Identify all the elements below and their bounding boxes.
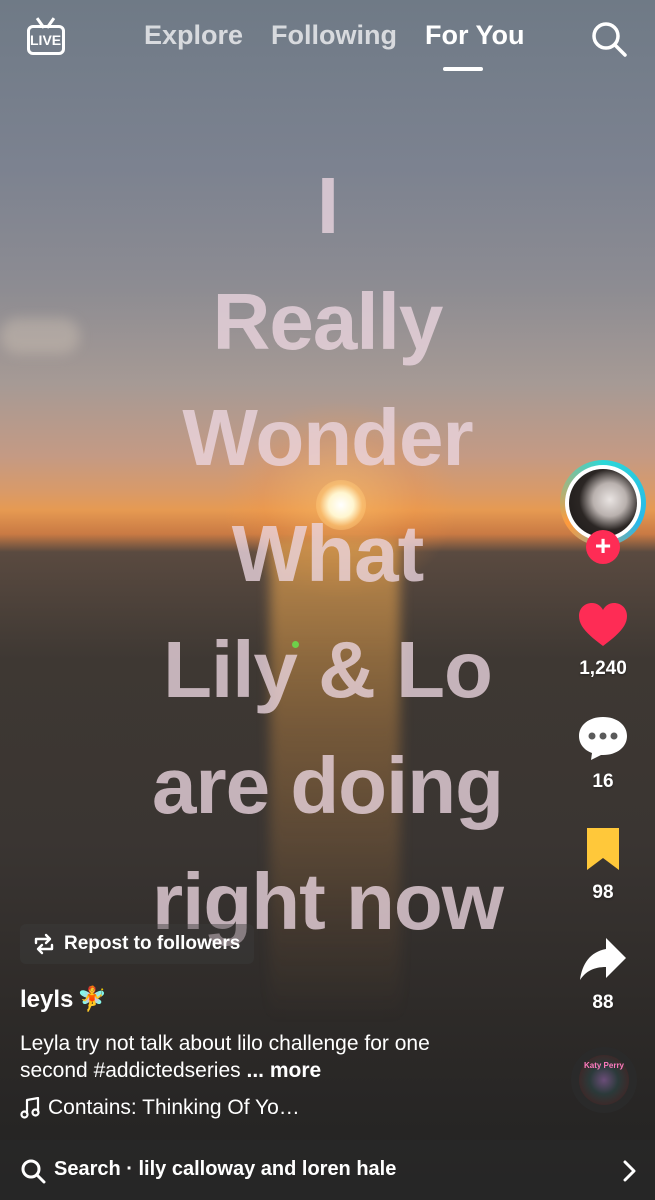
comment-bubble-icon	[579, 717, 627, 760]
creator-username[interactable]: leyls 🧚	[20, 985, 107, 1014]
comment-count: 16	[592, 771, 614, 792]
top-navigation: LIVE Explore Following For You	[0, 0, 655, 90]
overlay-line: Lily & Lo	[163, 625, 493, 714]
repost-button[interactable]: Repost to followers	[20, 924, 255, 964]
overlay-line: are doing	[151, 741, 504, 830]
share-button[interactable]: 88	[560, 936, 646, 1014]
sound-label: Contains: Thinking Of Yo…	[48, 1096, 300, 1119]
avatar-photo	[569, 469, 637, 537]
comment-button[interactable]: 16	[560, 715, 646, 793]
share-arrow-icon	[580, 938, 626, 980]
overlay-line: Really	[212, 277, 444, 366]
overlay-line: Wonder	[182, 393, 473, 482]
sound-info[interactable]: Contains: Thinking Of Yo…	[20, 1096, 300, 1120]
related-search-label: Search · lily calloway and loren hale	[54, 1158, 397, 1180]
share-count: 88	[592, 992, 614, 1013]
feed-tabs: Explore Following For You	[144, 20, 525, 51]
overlay-line: What	[231, 509, 425, 598]
caption-more[interactable]: ... more	[241, 1059, 321, 1082]
video-overlay-text: I Really Wonder What Lily & Lo are doing…	[60, 148, 595, 960]
video-caption[interactable]: Leyla try not talk about lilo challenge …	[20, 1030, 500, 1084]
disc-label: Katy Perry	[583, 1061, 625, 1070]
heart-icon	[579, 603, 627, 646]
search-icon[interactable]	[590, 20, 628, 58]
active-tab-indicator	[443, 67, 483, 71]
touch-indicator-dot	[292, 641, 299, 648]
fairy-emoji-icon: 🧚	[77, 986, 108, 1013]
bookmark-icon	[587, 828, 619, 870]
live-button[interactable]: LIVE	[27, 17, 69, 57]
like-button[interactable]: 1,240	[560, 602, 646, 680]
tab-following[interactable]: Following	[271, 20, 397, 51]
chevron-right-icon	[623, 1160, 636, 1182]
repost-label: Repost to followers	[64, 933, 241, 954]
video-feed-screen[interactable]: I Really Wonder What Lily & Lo are doing…	[0, 0, 655, 1200]
like-count: 1,240	[579, 658, 627, 679]
music-note-icon	[20, 1097, 40, 1119]
username-text: leyls	[20, 985, 74, 1013]
save-count: 98	[592, 882, 614, 903]
tab-for-you[interactable]: For You	[425, 20, 525, 51]
repost-icon	[34, 933, 54, 955]
tab-explore[interactable]: Explore	[144, 20, 243, 51]
overlay-line: I	[316, 161, 339, 250]
music-disc[interactable]: Katy Perry	[571, 1047, 637, 1113]
related-search-bar[interactable]: Search · lily calloway and loren hale	[0, 1140, 655, 1200]
hashtag-link[interactable]: #addictedseries	[94, 1059, 241, 1082]
search-icon	[21, 1159, 46, 1184]
follow-plus-button[interactable]: +	[586, 530, 620, 564]
live-label: LIVE	[30, 32, 62, 48]
save-button[interactable]: 98	[560, 826, 646, 904]
